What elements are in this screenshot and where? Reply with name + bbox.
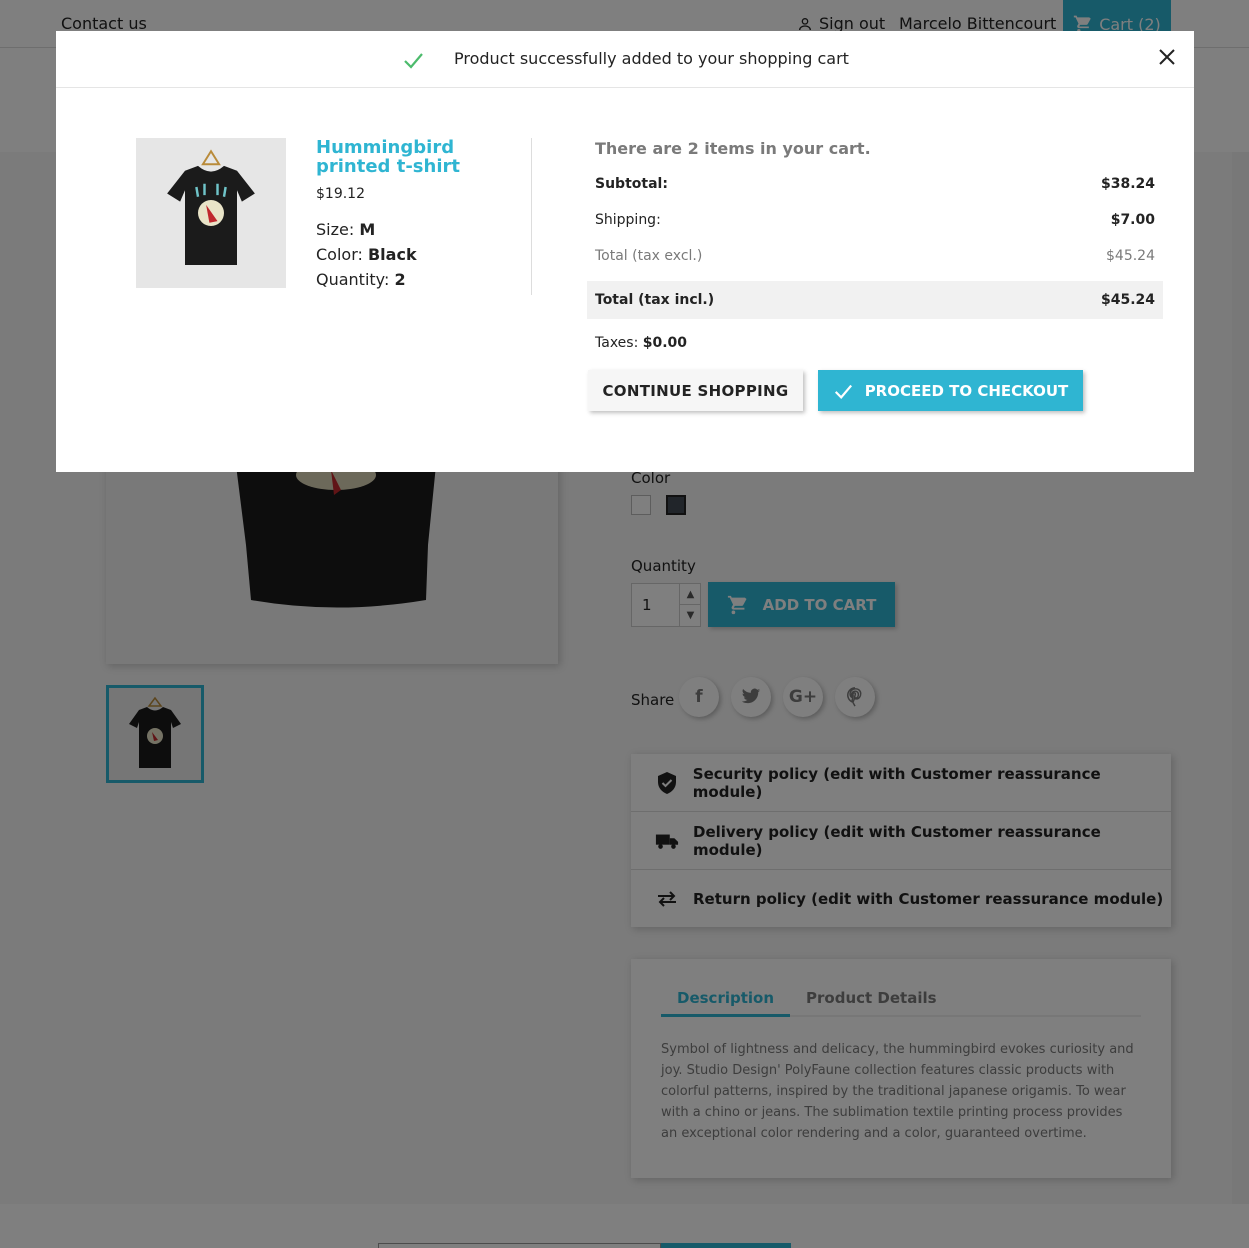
continue-shopping-button[interactable]: CONTINUE SHOPPING [588,370,803,411]
modal-product-name: Hummingbird printed t-shirt [316,137,460,177]
checkmark-icon [834,384,852,399]
cart-items-count: There are 2 items in your cart. [595,139,871,158]
proceed-to-checkout-button[interactable]: PROCEED TO CHECKOUT [818,370,1083,411]
total-incl-label: Total (tax incl.) [595,292,715,308]
divider [531,138,532,295]
color-value: Black [367,245,417,264]
total-incl-row: Total (tax incl.) $45.24 [587,281,1163,319]
total-incl-value: $45.24 [1100,292,1155,308]
subtotal-row: Subtotal: $38.24 [587,166,1163,202]
shipping-label: Shipping: [595,212,661,228]
total-excl-row: Total (tax excl.) $45.24 [587,238,1163,274]
quantity-value: 2 [394,270,406,289]
modal-product-size: Size: M [316,220,375,239]
taxes-label: Taxes: [595,335,639,351]
size-value: M [359,220,376,239]
close-icon [1159,49,1175,65]
modal-product-quantity: Quantity: 2 [316,270,406,289]
shipping-value: $7.00 [1110,212,1155,228]
total-excl-label: Total (tax excl.) [595,248,703,264]
add-to-cart-modal: Product successfully added to your shopp… [56,31,1194,472]
subtotal-label: Subtotal: [595,176,668,192]
modal-product-color: Color: Black [316,245,417,264]
modal-product-price: $19.12 [316,186,365,202]
close-button[interactable] [1155,45,1179,69]
shipping-row: Shipping: $7.00 [587,202,1163,238]
size-label: Size: [316,220,355,239]
modal-title: Product successfully added to your shopp… [454,49,849,68]
modal-product-image [136,138,286,288]
total-excl-value: $45.24 [1106,248,1155,264]
taxes-row: Taxes: $0.00 [595,335,687,351]
color-label: Color: [316,245,363,264]
checkmark-icon [404,53,423,69]
modal-header: Product successfully added to your shopp… [56,31,1194,88]
quantity-label: Quantity: [316,270,390,289]
taxes-value: $0.00 [642,335,688,351]
tshirt-image [167,149,255,265]
subtotal-value: $38.24 [1100,176,1155,192]
checkout-label: PROCEED TO CHECKOUT [864,381,1069,400]
